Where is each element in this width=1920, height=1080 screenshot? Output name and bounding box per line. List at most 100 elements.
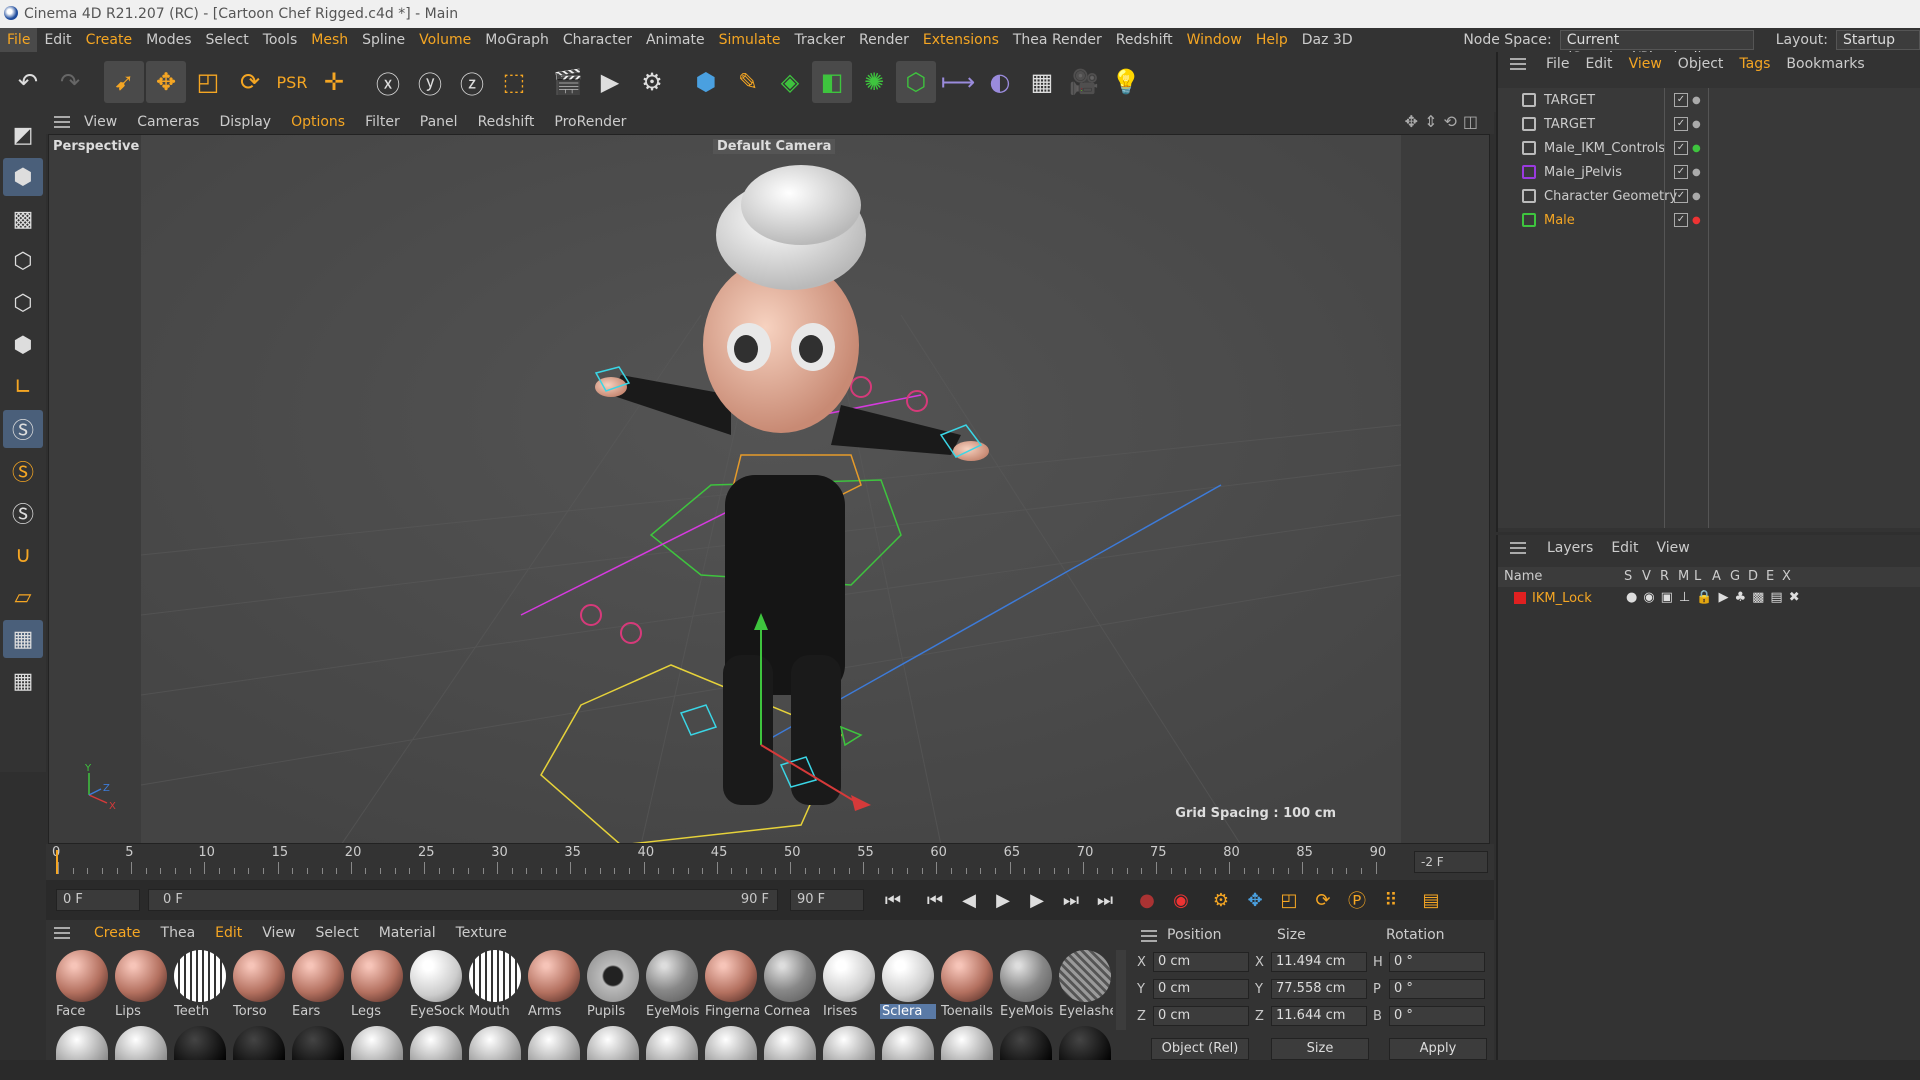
- material-swatch[interactable]: Toenails: [939, 948, 995, 1022]
- object-row[interactable]: Male_IKM_Controls ✓ ●: [1498, 136, 1920, 160]
- scale-tool-icon[interactable]: ◰: [188, 61, 228, 103]
- material-preview-icon[interactable]: [292, 1026, 344, 1060]
- material-menu-material[interactable]: Material: [369, 925, 446, 941]
- object-menu-tags[interactable]: Tags: [1731, 56, 1778, 72]
- viewport-menu-panel[interactable]: Panel: [410, 110, 468, 134]
- timeline-scheme-icon[interactable]: ▤: [1414, 886, 1448, 914]
- bend-deformer-icon[interactable]: ⬡: [896, 61, 936, 103]
- material-menu-thea[interactable]: Thea: [151, 925, 206, 941]
- menu-window[interactable]: Window: [1180, 28, 1249, 52]
- material-preview-icon[interactable]: [823, 1026, 875, 1060]
- viewport-camera-name[interactable]: Default Camera: [713, 139, 836, 154]
- current-frame-field[interactable]: -2 F: [1414, 851, 1488, 873]
- object-row[interactable]: Character Geometry ✓ ●: [1498, 184, 1920, 208]
- menu-simulate[interactable]: Simulate: [712, 28, 788, 52]
- material-swatch[interactable]: Teeth: [172, 948, 228, 1022]
- material-preview-icon[interactable]: [56, 1026, 108, 1060]
- previous-frame-icon[interactable]: ◀: [952, 886, 986, 914]
- psr-tool-icon[interactable]: PSR: [272, 61, 312, 103]
- object-name[interactable]: Character Geometry: [1544, 189, 1680, 204]
- pen-icon[interactable]: ✎: [728, 61, 768, 103]
- menu-tracker[interactable]: Tracker: [787, 28, 852, 52]
- object-menu-file[interactable]: File: [1538, 56, 1577, 72]
- viewport-nav-icons[interactable]: ✥⇕⟲◫: [1405, 112, 1484, 131]
- material-preview-icon[interactable]: [764, 1026, 816, 1060]
- extrude-icon[interactable]: ◧: [812, 61, 852, 103]
- material-preview-icon[interactable]: [174, 1026, 226, 1060]
- position-field[interactable]: 0 cm: [1153, 979, 1249, 999]
- material-preview-icon[interactable]: [705, 1026, 757, 1060]
- material-swatch[interactable]: Face: [54, 948, 110, 1022]
- layer-menu-edit[interactable]: Edit: [1602, 540, 1647, 556]
- render-dots-icon[interactable]: ●: [1692, 167, 1701, 178]
- render-dots-icon[interactable]: ●: [1692, 215, 1701, 226]
- layer-column-label[interactable]: L: [1694, 569, 1701, 584]
- object-menu-view[interactable]: View: [1621, 56, 1670, 72]
- material-swatch[interactable]: EyeSock: [408, 948, 464, 1022]
- make-editable-icon[interactable]: ◩: [3, 116, 43, 154]
- menu-tools[interactable]: Tools: [256, 28, 305, 52]
- menu-volume[interactable]: Volume: [412, 28, 478, 52]
- visibility-check-icon[interactable]: ✓: [1674, 213, 1688, 227]
- menu-daz3d[interactable]: Daz 3D: [1295, 28, 1360, 52]
- points-mode-icon[interactable]: ⬡: [3, 242, 43, 280]
- material-swatch[interactable]: Irises: [821, 948, 877, 1022]
- next-key-icon[interactable]: ⏭: [1054, 886, 1088, 914]
- render-settings-icon[interactable]: ⚙: [632, 61, 672, 103]
- next-frame-icon[interactable]: ▶: [1020, 886, 1054, 914]
- material-preview-icon[interactable]: [410, 1026, 462, 1060]
- record-rotation-icon[interactable]: ⟳: [1306, 886, 1340, 914]
- y-axis-lock-icon[interactable]: ⓨ: [410, 61, 450, 103]
- viewport-menu-filter[interactable]: Filter: [355, 110, 410, 134]
- material-swatch[interactable]: Lips: [113, 948, 169, 1022]
- size-field[interactable]: 11.644 cm: [1271, 1006, 1367, 1026]
- grid-floor-icon[interactable]: ▦: [1022, 61, 1062, 103]
- material-swatch[interactable]: Ears: [290, 948, 346, 1022]
- menu-mograph[interactable]: MoGraph: [478, 28, 556, 52]
- material-swatch[interactable]: EyeMois: [998, 948, 1054, 1022]
- layer-column-label[interactable]: G: [1730, 569, 1740, 584]
- menu-spline[interactable]: Spline: [355, 28, 412, 52]
- material-swatch[interactable]: Eyelashe: [1057, 948, 1113, 1022]
- record-parameter-icon[interactable]: Ⓟ: [1340, 886, 1374, 914]
- move-tool-icon[interactable]: ✥: [146, 61, 186, 103]
- object-menu-edit[interactable]: Edit: [1577, 56, 1620, 72]
- menu-redshift[interactable]: Redshift: [1109, 28, 1180, 52]
- go-to-start-icon[interactable]: ⏮: [876, 886, 910, 914]
- menu-create[interactable]: Create: [79, 28, 140, 52]
- viewport-panel-menu-icon[interactable]: [54, 116, 70, 128]
- apply-button[interactable]: Apply: [1389, 1038, 1487, 1060]
- redo-icon[interactable]: ↷: [50, 61, 90, 103]
- material-preview-icon[interactable]: [646, 1026, 698, 1060]
- z-axis-lock-icon[interactable]: ⓩ: [452, 61, 492, 103]
- go-to-end-icon[interactable]: ⏭: [1088, 886, 1122, 914]
- solo-icon[interactable]: Ⓢ: [3, 494, 43, 532]
- material-swatch[interactable]: EyeMois: [644, 948, 700, 1022]
- planar-workplane-icon[interactable]: ▦: [3, 662, 43, 700]
- layer-column-label[interactable]: X: [1782, 569, 1791, 584]
- material-menu-create[interactable]: Create: [84, 925, 151, 941]
- subdivision-surface-icon[interactable]: ◈: [770, 61, 810, 103]
- polygons-mode-icon[interactable]: ⬢: [3, 326, 43, 364]
- object-menu-object[interactable]: Object: [1670, 56, 1732, 72]
- menu-character[interactable]: Character: [556, 28, 639, 52]
- size-field[interactable]: 11.494 cm: [1271, 952, 1367, 972]
- cloner-icon[interactable]: ✺: [854, 61, 894, 103]
- layer-column-label[interactable]: M: [1678, 569, 1689, 584]
- layer-column-label[interactable]: R: [1660, 569, 1669, 584]
- visibility-check-icon[interactable]: ✓: [1674, 117, 1688, 131]
- material-menu-select[interactable]: Select: [306, 925, 369, 941]
- magnet-icon[interactable]: ∪: [3, 536, 43, 574]
- position-field[interactable]: 0 cm: [1153, 1006, 1249, 1026]
- rotation-field[interactable]: 0 °: [1389, 1006, 1485, 1026]
- layer-column-label[interactable]: A: [1712, 569, 1721, 584]
- texture-mode-icon[interactable]: ▩: [3, 200, 43, 238]
- size-mode-dropdown[interactable]: Size: [1271, 1038, 1369, 1060]
- playhead[interactable]: [56, 850, 58, 874]
- rotation-field[interactable]: 0 °: [1389, 979, 1485, 999]
- material-preview-icon[interactable]: [1059, 1026, 1111, 1060]
- menu-select[interactable]: Select: [199, 28, 256, 52]
- viewport-menu-display[interactable]: Display: [209, 110, 281, 134]
- object-name[interactable]: Male_IKM_Controls: [1544, 141, 1680, 156]
- model-mode-icon[interactable]: ⬢: [3, 158, 43, 196]
